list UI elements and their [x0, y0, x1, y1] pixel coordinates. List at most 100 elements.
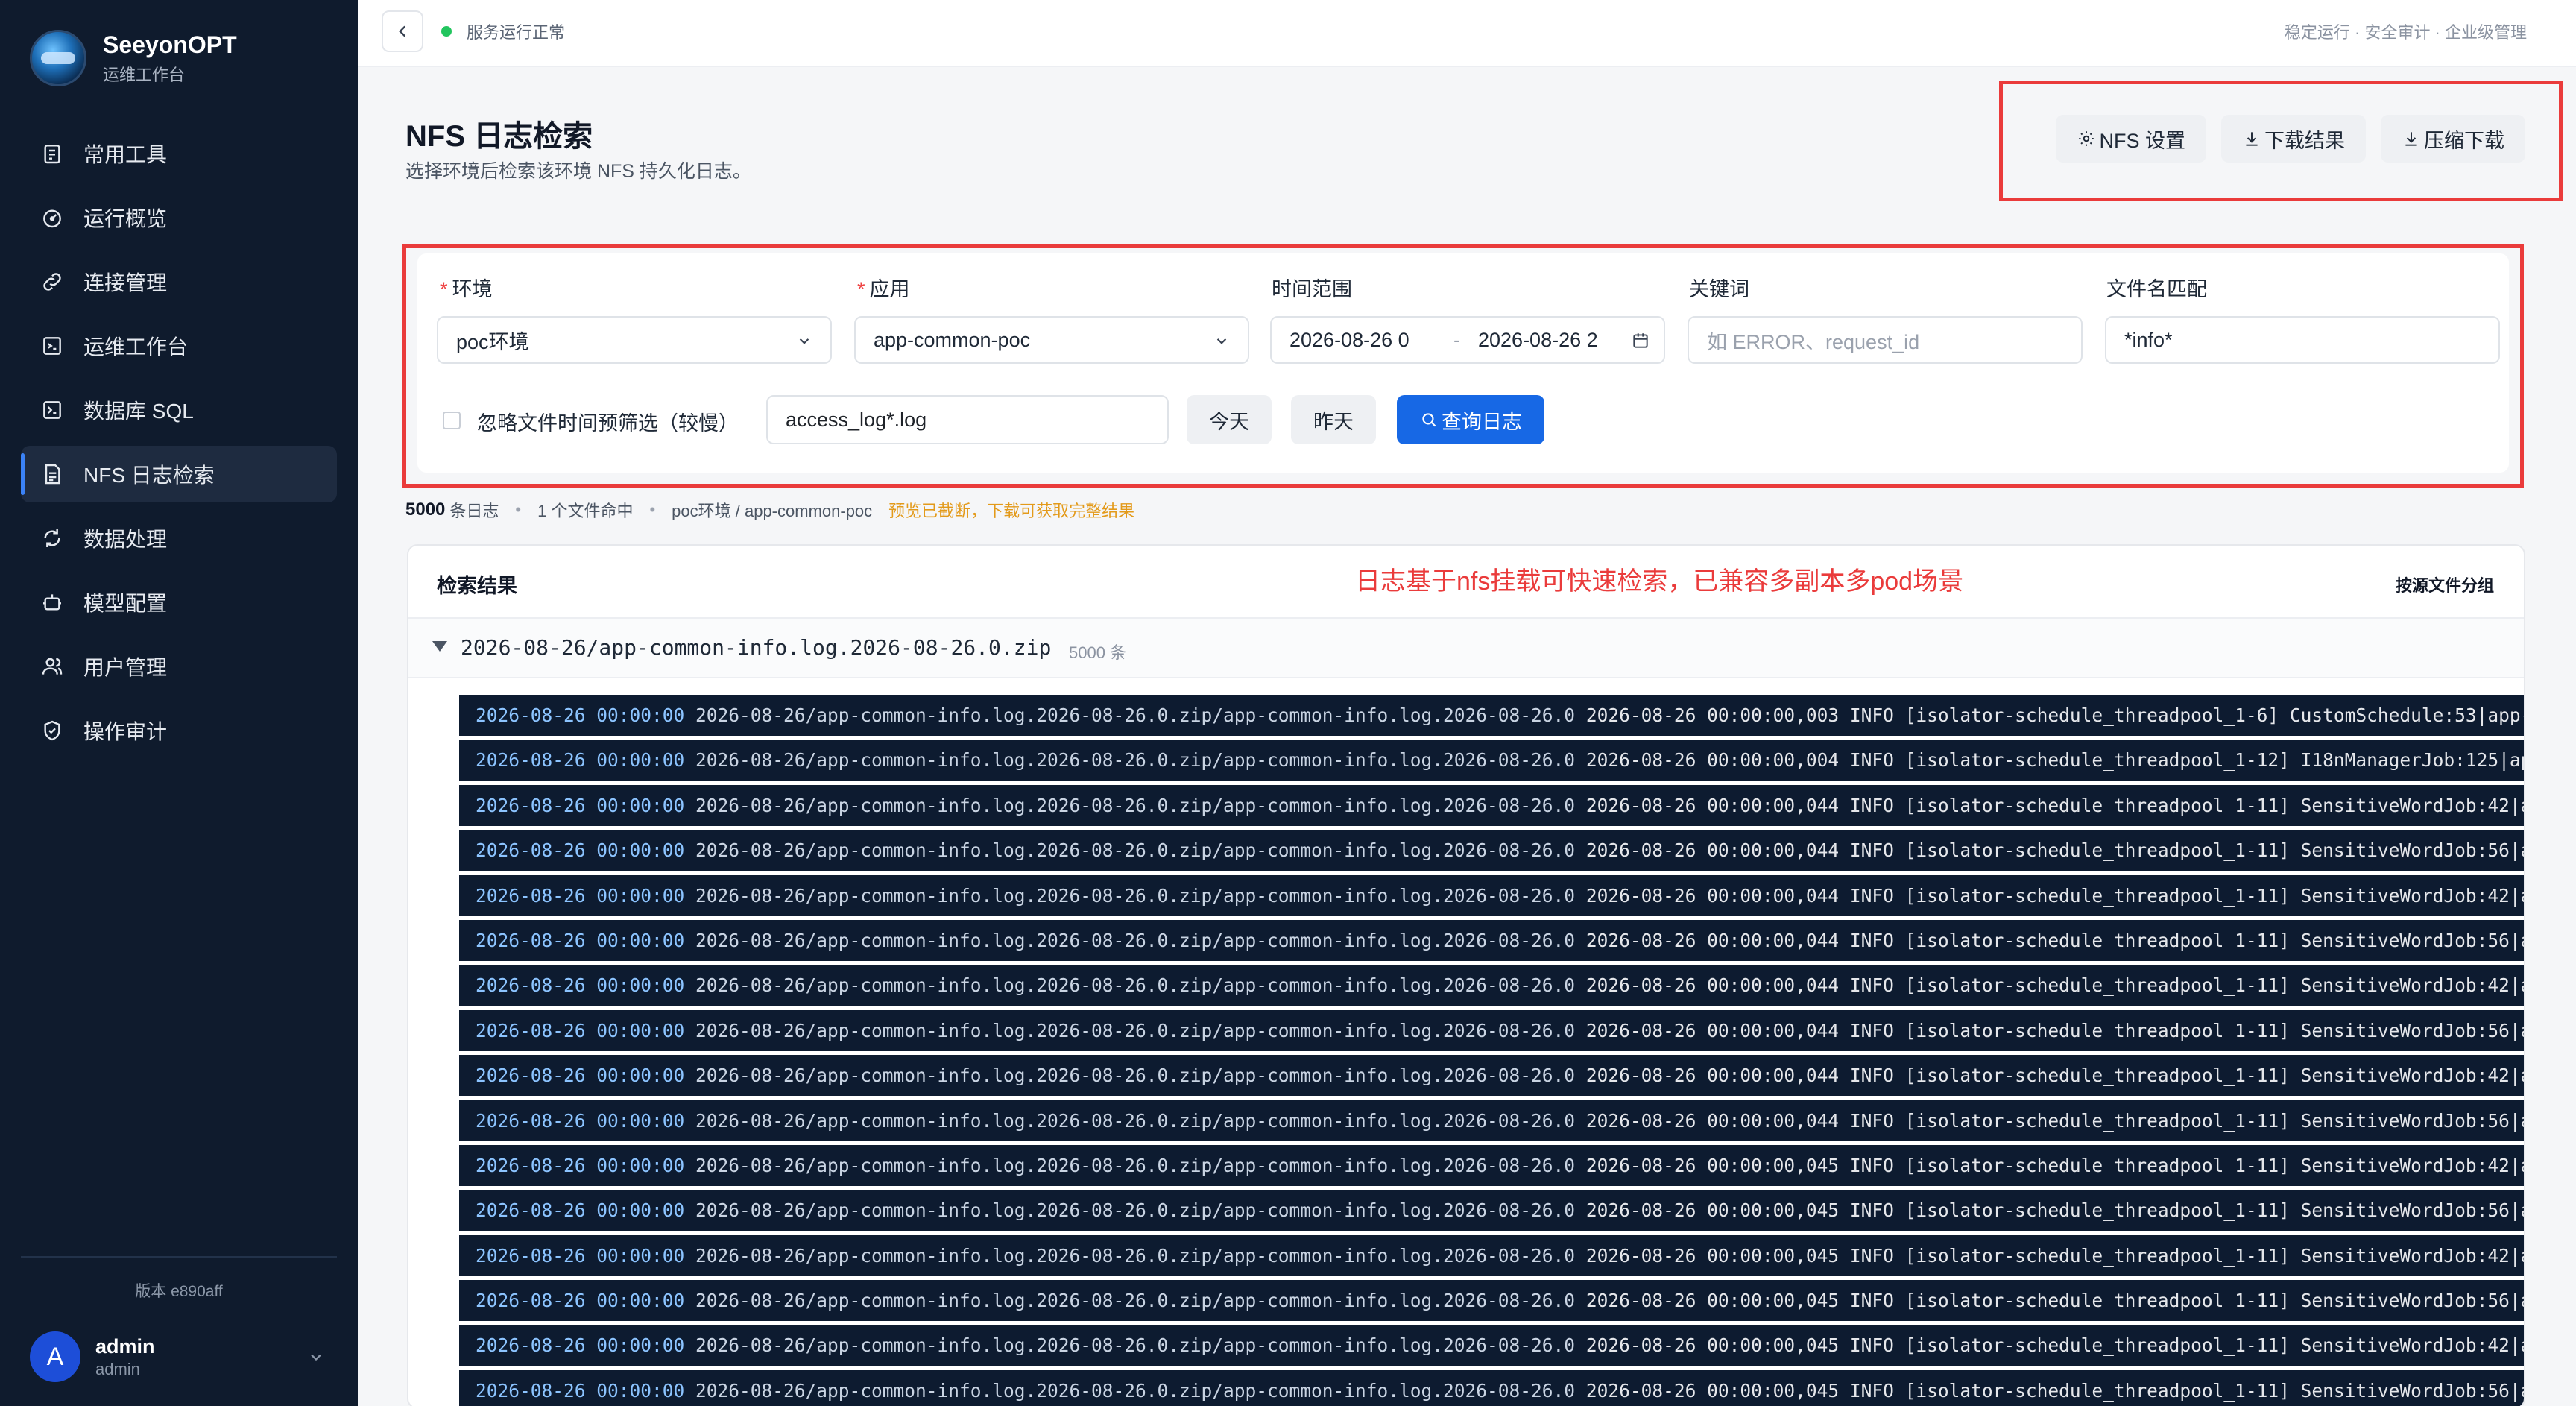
log-timestamp: 2026-08-26 00:00:00	[476, 1244, 685, 1267]
sidebar-item-overview[interactable]: 运行概览	[21, 189, 337, 246]
log-source-path: 2026-08-26/app-common-info.log.2026-08-2…	[695, 1154, 1576, 1176]
log-message: 2026-08-26 00:00:00,044 INFO [isolator-s…	[1585, 1109, 2525, 1132]
log-line[interactable]: 2026-08-26 00:00:00 2026-08-26/app-commo…	[459, 1190, 2525, 1232]
query-logs-button[interactable]: 查询日志	[1397, 395, 1544, 444]
time-range-picker[interactable]: 2026-08-26 0 - 2026-08-26 2	[1270, 316, 1665, 364]
zip-download-button[interactable]: 压缩下载	[2381, 115, 2525, 163]
shield-icon	[40, 719, 64, 743]
chevron-down-icon	[311, 1354, 321, 1361]
database-icon	[40, 398, 64, 422]
download-results-button[interactable]: 下载结果	[2221, 115, 2366, 163]
today-button[interactable]: 今天	[1187, 395, 1272, 444]
sidebar-item-common-tools[interactable]: 常用工具	[21, 125, 337, 182]
sidebar-item-label: 运维工作台	[83, 335, 189, 359]
sidebar-item-user-management[interactable]: 用户管理	[21, 638, 337, 695]
log-timestamp: 2026-08-26 00:00:00	[476, 1379, 685, 1402]
log-timestamp: 2026-08-26 00:00:00	[476, 929, 685, 951]
document-icon	[40, 462, 64, 486]
yesterday-button[interactable]: 昨天	[1291, 395, 1376, 444]
log-timestamp: 2026-08-26 00:00:00	[476, 1019, 685, 1041]
sidebar: SeeyonOPT 运维工作台 常用工具 运行概览 连接管理 运维工作台 数据库…	[0, 0, 358, 1406]
chevron-left-icon	[399, 25, 406, 37]
log-timestamp: 2026-08-26 00:00:00	[476, 974, 685, 997]
app-select[interactable]: app-common-poc	[854, 316, 1249, 364]
sidebar-divider	[21, 1256, 337, 1258]
filename-input[interactable]: *info*	[2105, 316, 2500, 364]
sidebar-item-data-processing[interactable]: 数据处理	[21, 510, 337, 567]
log-line[interactable]: 2026-08-26 00:00:00 2026-08-26/app-commo…	[459, 1235, 2525, 1276]
log-line[interactable]: 2026-08-26 00:00:00 2026-08-26/app-commo…	[459, 1325, 2524, 1366]
log-message: 2026-08-26 00:00:00,044 INFO [isolator-s…	[1585, 794, 2525, 816]
app-select-value: app-common-poc	[874, 328, 1031, 351]
back-button[interactable]	[382, 10, 423, 52]
log-line[interactable]: 2026-08-26 00:00:00 2026-08-26/app-commo…	[459, 919, 2525, 961]
log-line[interactable]: 2026-08-26 00:00:00 2026-08-26/app-commo…	[459, 874, 2525, 916]
log-line[interactable]: 2026-08-26 00:00:00 2026-08-26/app-commo…	[459, 1369, 2524, 1406]
log-line[interactable]: 2026-08-26 00:00:00 2026-08-26/app-commo…	[459, 784, 2525, 826]
brand-subtitle: 运维工作台	[103, 65, 186, 84]
version-label: 版本 e890aff	[135, 1283, 223, 1300]
user-name: admin	[95, 1334, 155, 1358]
log-timestamp: 2026-08-26 00:00:00	[476, 1109, 685, 1132]
sidebar-item-label: 数据处理	[83, 528, 168, 551]
log-line[interactable]: 2026-08-26 00:00:00 2026-08-26/app-commo…	[459, 1100, 2525, 1141]
brand[interactable]: SeeyonOPT 运维工作台	[30, 30, 237, 86]
log-source-path: 2026-08-26/app-common-info.log.2026-08-2…	[695, 1109, 1576, 1132]
log-line[interactable]: 2026-08-26 00:00:00 2026-08-26/app-commo…	[459, 830, 2525, 871]
log-line[interactable]: 2026-08-26 00:00:00 2026-08-26/app-commo…	[459, 1055, 2525, 1097]
caret-down-icon[interactable]	[432, 641, 447, 652]
chevron-down-icon	[799, 338, 809, 344]
time-range-start[interactable]: 2026-08-26 0	[1289, 329, 1446, 352]
page-title: NFS 日志检索	[405, 120, 593, 153]
nfs-settings-button[interactable]: NFS 设置	[2056, 115, 2206, 163]
log-source-path: 2026-08-26/app-common-info.log.2026-08-2…	[695, 1334, 1576, 1357]
env-label: * 环境	[440, 278, 493, 300]
ignore-time-label[interactable]: 忽略文件时间预筛选（较慢）	[477, 407, 739, 436]
sidebar-item-label: 常用工具	[83, 143, 168, 166]
log-line[interactable]: 2026-08-26 00:00:00 2026-08-26/app-commo…	[459, 740, 2524, 781]
keyword-input[interactable]: 如 ERROR、request_id	[1688, 316, 2083, 364]
log-message: 2026-08-26 00:00:00,044 INFO [isolator-s…	[1585, 884, 2525, 907]
annotation-text: 日志基于nfs挂载可快速检索，已兼容多副本多pod场景	[1355, 567, 1964, 596]
log-line[interactable]: 2026-08-26 00:00:00 2026-08-26/app-commo…	[459, 1144, 2524, 1186]
sidebar-item-nfs-log-search[interactable]: NFS 日志检索	[21, 446, 337, 502]
log-line[interactable]: 2026-08-26 00:00:00 2026-08-26/app-commo…	[459, 965, 2524, 1006]
ignore-time-checkbox[interactable]	[443, 412, 461, 429]
sidebar-item-connections[interactable]: 连接管理	[21, 253, 337, 310]
query-logs-label: 查询日志	[1442, 410, 1522, 433]
file-pattern-input[interactable]: access_log*.log	[766, 395, 1169, 444]
log-timestamp: 2026-08-26 00:00:00	[476, 794, 685, 816]
keyword-label: 关键词	[1689, 278, 1749, 300]
log-source-path: 2026-08-26/app-common-info.log.2026-08-2…	[695, 974, 1576, 997]
group-by-file-toggle[interactable]: 按源文件分组	[2396, 573, 2494, 596]
sidebar-nav: 常用工具 运行概览 连接管理 运维工作台 数据库 SQL NFS 日志检索 数据…	[21, 125, 337, 766]
dashboard-icon	[40, 206, 64, 230]
brand-logo-icon	[30, 30, 86, 86]
time-range-separator: -	[1453, 328, 1460, 351]
file-group-row[interactable]: 2026-08-26/app-common-info.log.2026-08-2…	[408, 619, 2524, 678]
log-timestamp: 2026-08-26 00:00:00	[476, 1154, 685, 1176]
time-range-end[interactable]: 2026-08-26 2	[1478, 329, 1627, 352]
log-line[interactable]: 2026-08-26 00:00:00 2026-08-26/app-commo…	[459, 1280, 2524, 1322]
log-line[interactable]: 2026-08-26 00:00:00 2026-08-26/app-commo…	[459, 695, 2524, 736]
log-line[interactable]: 2026-08-26 00:00:00 2026-08-26/app-commo…	[459, 1009, 2524, 1051]
tagline: 稳定运行 · 安全审计 · 企业级管理	[2284, 23, 2527, 42]
files-hit: 1 个文件命中	[537, 502, 634, 520]
download-icon	[2405, 132, 2417, 146]
log-message: 2026-08-26 00:00:00,045 INFO [isolator-s…	[1585, 1199, 2525, 1222]
results-header: 检索结果 日志基于nfs挂载可快速检索，已兼容多副本多pod场景 按源文件分组	[408, 546, 2524, 619]
log-message: 2026-08-26 00:00:00,044 INFO [isolator-s…	[1585, 929, 2525, 951]
sidebar-item-ops-workbench[interactable]: 运维工作台	[21, 318, 337, 374]
results-panel: 检索结果 日志基于nfs挂载可快速检索，已兼容多副本多pod场景 按源文件分组 …	[407, 544, 2525, 1406]
header-actions: NFS 设置 下载结果 压缩下载	[2056, 115, 2525, 163]
env-select[interactable]: poc环境	[437, 316, 832, 364]
user-menu[interactable]: A admin admin	[30, 1331, 335, 1382]
sidebar-item-audit[interactable]: 操作审计	[21, 702, 337, 759]
log-source-path: 2026-08-26/app-common-info.log.2026-08-2…	[695, 749, 1576, 772]
log-message: 2026-08-26 00:00:00,044 INFO [isolator-s…	[1585, 1065, 2525, 1087]
log-source-path: 2026-08-26/app-common-info.log.2026-08-2…	[695, 929, 1576, 951]
log-message: 2026-08-26 00:00:00,044 INFO [isolator-s…	[1585, 839, 2525, 862]
log-message: 2026-08-26 00:00:00,045 INFO [isolator-s…	[1585, 1244, 2525, 1267]
sidebar-item-database-sql[interactable]: 数据库 SQL	[21, 382, 337, 438]
sidebar-item-model-config[interactable]: 模型配置	[21, 574, 337, 631]
